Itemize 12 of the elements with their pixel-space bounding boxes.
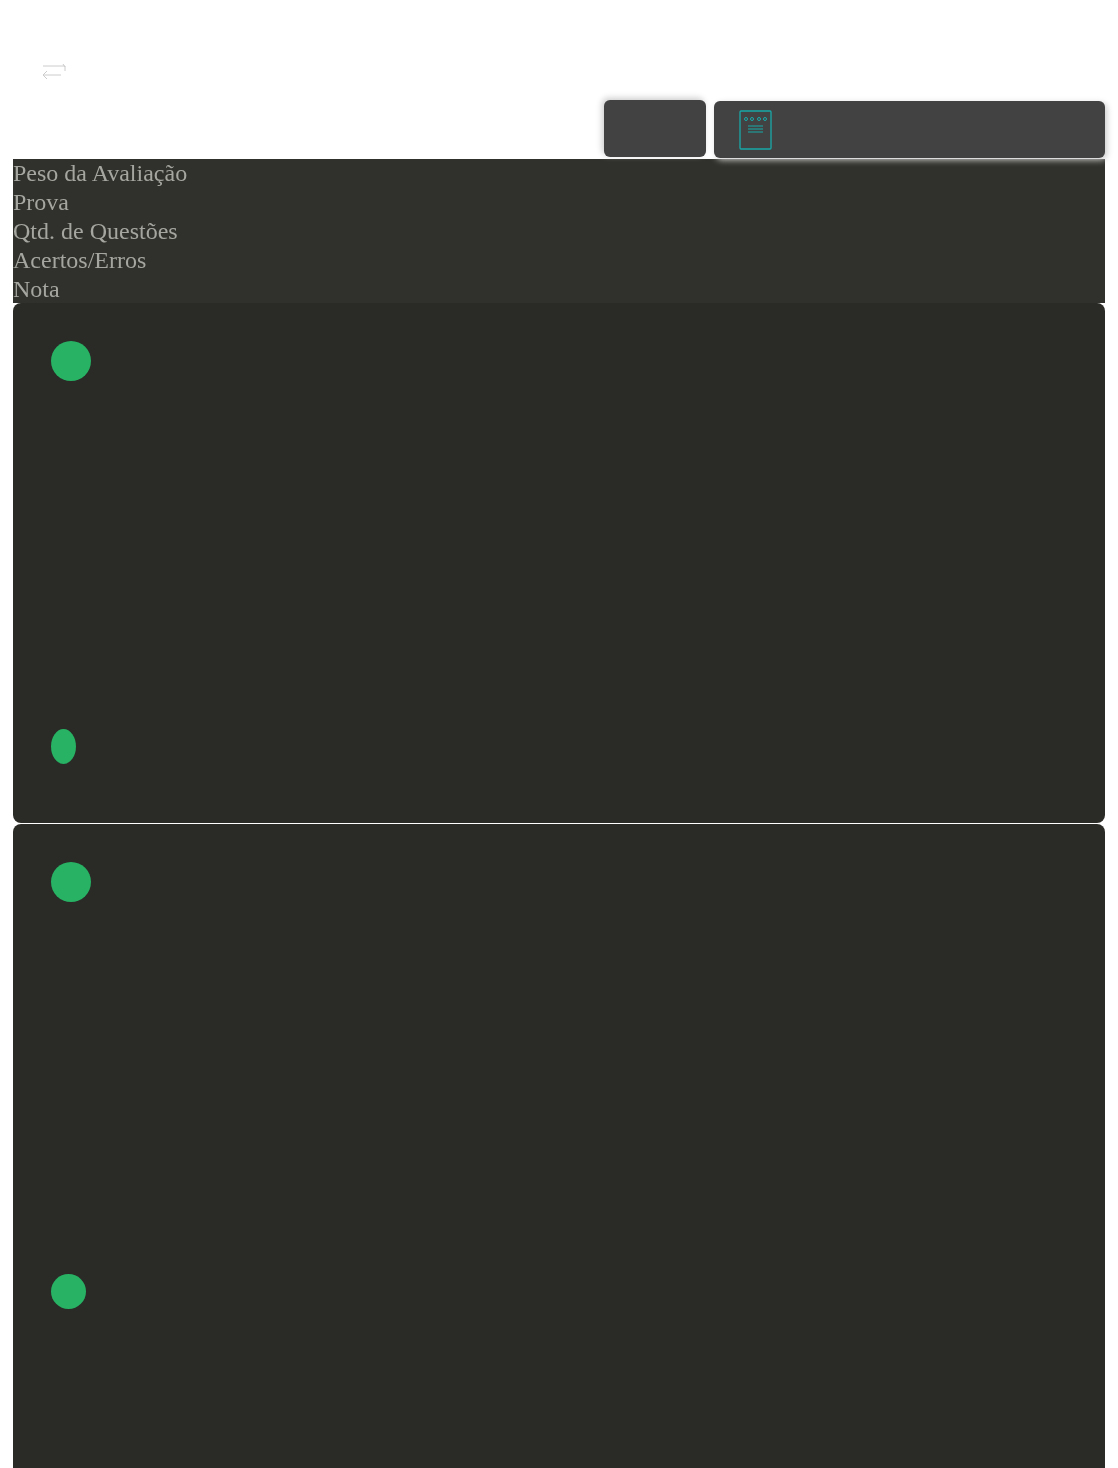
column-label: Prova — [13, 188, 69, 217]
column-label: Qtd. de Questões — [13, 217, 178, 246]
document-button[interactable] — [714, 101, 1105, 158]
column-label: Nota — [13, 275, 60, 304]
document-icon — [739, 109, 772, 150]
status-dot — [51, 862, 91, 902]
status-dot — [51, 341, 91, 381]
status-dot — [51, 729, 76, 764]
blank-button[interactable] — [604, 100, 706, 157]
column-label: Peso da Avaliação — [13, 159, 188, 188]
column-label: Acertos/Erros — [13, 246, 147, 275]
status-dot — [51, 1274, 86, 1309]
